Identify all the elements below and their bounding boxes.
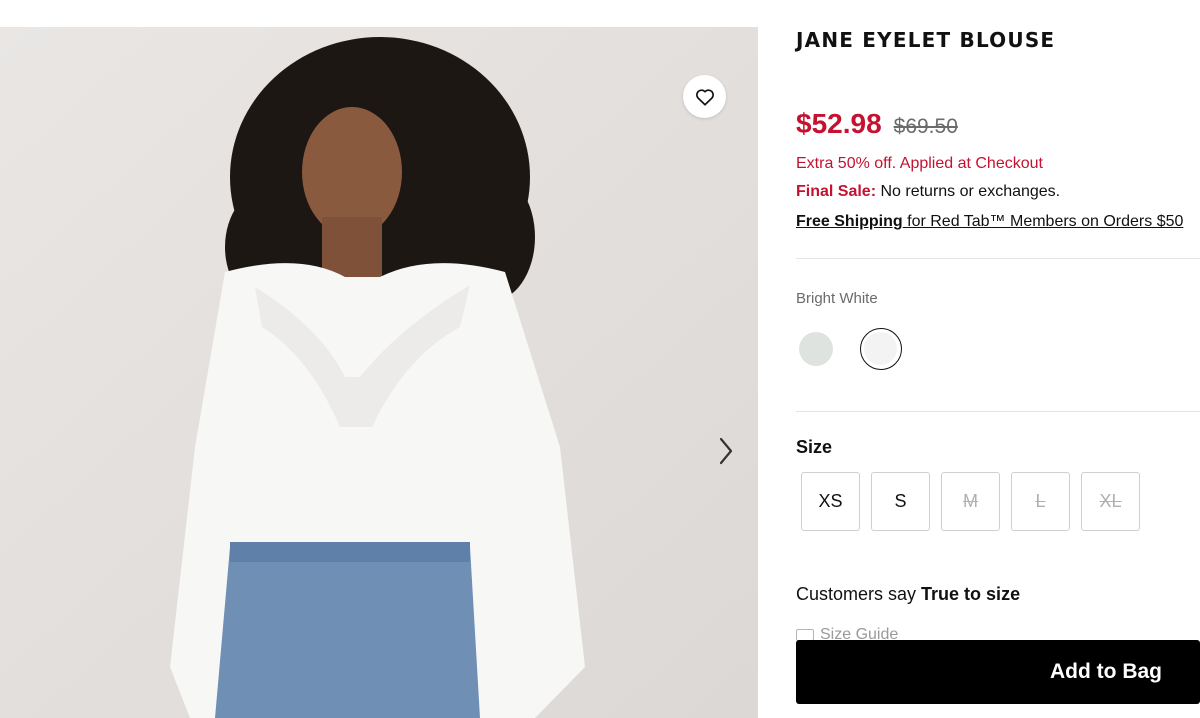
next-image-button[interactable] xyxy=(712,431,740,471)
final-sale-text: No returns or exchanges. xyxy=(876,183,1061,200)
original-price: $69.50 xyxy=(893,115,958,138)
size-option-s[interactable]: S xyxy=(871,472,930,531)
shipping-notice: Free Shipping for Red Tab™ Members on Or… xyxy=(796,213,1183,231)
product-title: JANE EYELET BLOUSE xyxy=(796,28,1056,52)
price-row: $52.98 $69.50 xyxy=(796,108,958,140)
product-info-panel: JANE EYELET BLOUSE $52.98 $69.50 Extra 5… xyxy=(796,0,1200,718)
size-option-l[interactable]: L xyxy=(1011,472,1070,531)
size-selector: XS S M L XL xyxy=(801,472,1140,531)
size-option-m[interactable]: M xyxy=(941,472,1000,531)
final-sale-label: Final Sale: xyxy=(796,183,877,200)
sale-price: $52.98 xyxy=(796,108,882,139)
divider xyxy=(796,411,1200,412)
size-label: Size xyxy=(796,437,833,457)
promo-message: Extra 50% off. Applied at Checkout xyxy=(796,155,1043,172)
favorite-button[interactable] xyxy=(683,75,726,118)
product-photo xyxy=(0,27,758,718)
final-sale-notice: Final Sale: No returns or exchanges. xyxy=(796,183,1060,201)
fit-prefix: Customers say xyxy=(796,584,922,604)
product-image-gallery xyxy=(0,27,758,718)
size-option-xs[interactable]: XS xyxy=(801,472,860,531)
chevron-right-icon xyxy=(719,437,733,465)
size-option-xl[interactable]: XL xyxy=(1081,472,1140,531)
color-swatch-bright-white[interactable] xyxy=(860,328,902,370)
free-shipping-link[interactable]: Free Shipping xyxy=(796,213,903,230)
fit-feedback: Customers say True to size xyxy=(796,584,1020,605)
selected-color-name: Bright White xyxy=(796,290,878,307)
shipping-text: for Red Tab™ Members on Orders $50 xyxy=(902,213,1184,230)
color-swatch-light-sage[interactable] xyxy=(799,332,833,366)
fit-value: True to size xyxy=(921,584,1021,604)
color-swatch-fill xyxy=(864,332,897,365)
divider xyxy=(796,258,1200,259)
heart-icon xyxy=(695,88,714,106)
add-to-bag-button[interactable]: Add to Bag xyxy=(796,640,1200,704)
